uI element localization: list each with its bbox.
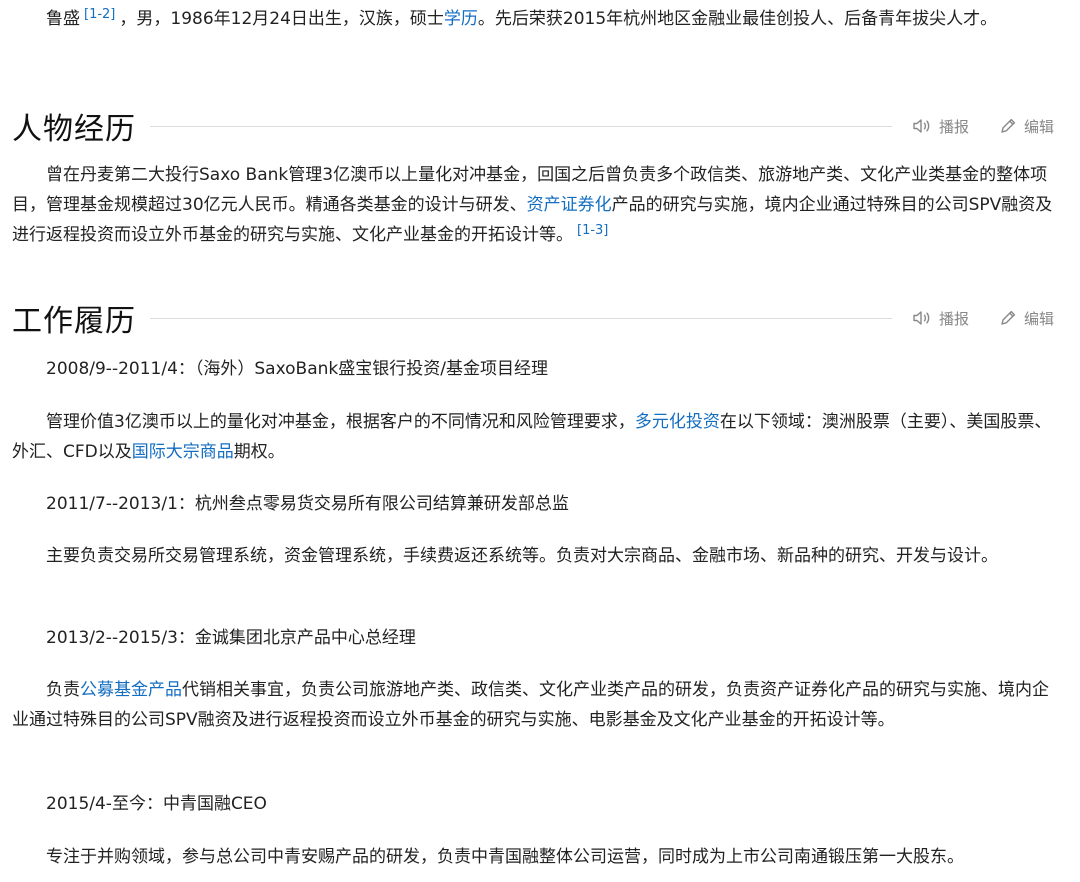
job-description: 管理价值3亿澳币以上的量化对冲基金，根据客户的不同情况和风险管理要求，多元化投资… xyxy=(12,412,1052,462)
section-divider xyxy=(150,317,892,319)
job-period: 2008/9--2011/4：（海外）SaxoBank盛宝银行投资/基金项目经理 xyxy=(46,359,548,379)
job-description: 专注于并购领域，参与总公司中青安赐产品的研发，负责中青国融整体公司运营，同时成为… xyxy=(46,847,964,867)
pencil-icon xyxy=(1001,118,1016,133)
broadcast-button[interactable]: 播报 xyxy=(912,116,969,137)
section-tools: 播报 编辑 xyxy=(912,308,1054,329)
job-description: 负责公募基金产品代销相关事宜，负责公司旅游地产类、政信类、文化产业类产品的研发，… xyxy=(12,680,1049,730)
speaker-icon xyxy=(913,311,930,325)
link-education[interactable]: 学历 xyxy=(444,9,478,29)
pencil-icon xyxy=(1001,310,1016,325)
person-name: 鲁盛 xyxy=(46,9,80,29)
section-header-biography: 人物经历 播报 编辑 xyxy=(12,106,1054,147)
job-period: 2013/2--2015/3：金诚集团北京产品中心总经理 xyxy=(46,628,416,648)
section-header-work-history: 工作履历 播报 编辑 xyxy=(12,298,1054,339)
link-diversified-investment[interactable]: 多元化投资 xyxy=(635,412,720,432)
intro-paragraph: 鲁盛 [1-2] ，男，1986年12月24日出生，汉族，硕士学历。先后荣获2015… xyxy=(46,7,998,29)
edit-button[interactable]: 编辑 xyxy=(999,116,1054,137)
section-title: 工作履历 xyxy=(12,304,136,339)
speaker-icon xyxy=(913,119,930,133)
citation-ref[interactable]: [1-3] xyxy=(577,223,608,238)
link-commodities[interactable]: 国际大宗商品 xyxy=(132,442,234,462)
edit-button[interactable]: 编辑 xyxy=(999,308,1054,329)
job-period: 2011/7--2013/1：杭州叁点零易货交易所有限公司结算兼研发部总监 xyxy=(46,494,569,514)
broadcast-button[interactable]: 播报 xyxy=(912,308,969,329)
job-period: 2015/4-至今：中青国融CEO xyxy=(46,794,267,814)
job-description: 主要负责交易所交易管理系统，资金管理系统，手续费返还系统等。负责对大宗商品、金融… xyxy=(46,546,998,566)
link-public-funds[interactable]: 公募基金产品 xyxy=(80,680,182,700)
article-page: 鲁盛 [1-2] ，男，1986年12月24日出生，汉族，硕士学历。先后荣获2015… xyxy=(0,0,1080,882)
section-title: 人物经历 xyxy=(12,112,136,147)
section-tools: 播报 编辑 xyxy=(912,116,1054,137)
link-asset-securitization[interactable]: 资产证券化 xyxy=(527,195,612,215)
section-divider xyxy=(150,125,892,127)
citation-ref[interactable]: [1-2] xyxy=(84,7,115,22)
biography-paragraph: 曾在丹麦第二大投行Saxo Bank管理3亿澳币以上量化对冲基金，回国之后曾负责… xyxy=(12,165,1053,245)
